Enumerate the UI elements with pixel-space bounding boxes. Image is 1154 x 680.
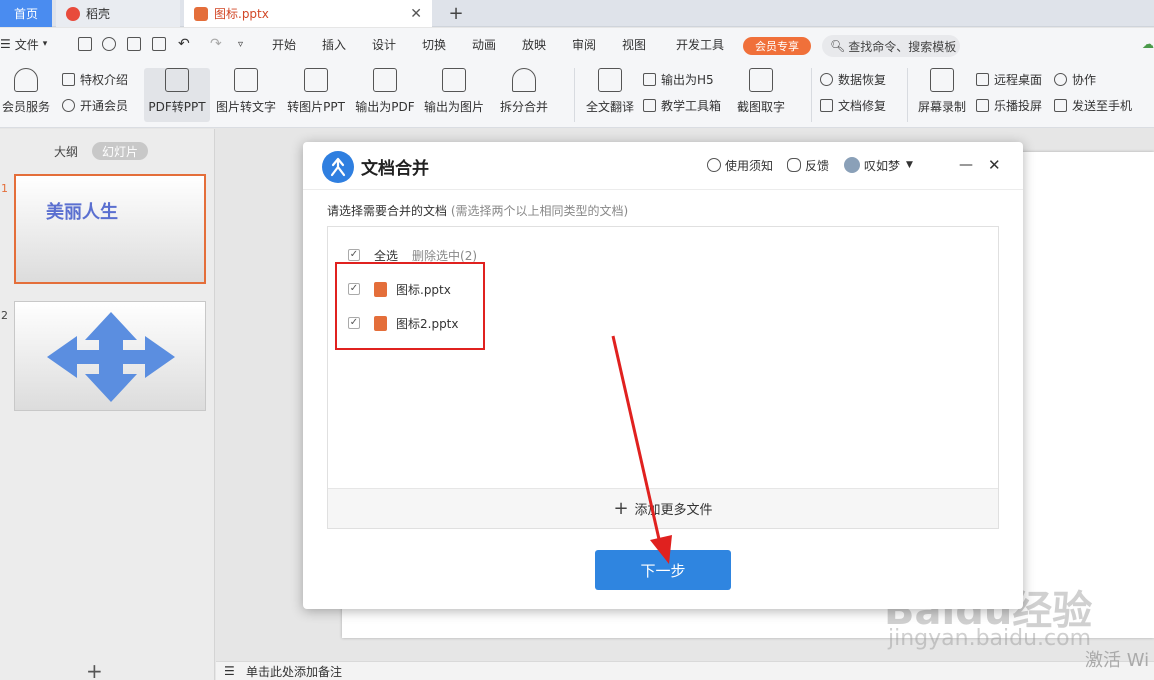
annotation-arrow (611, 335, 672, 564)
wps-window: 首页 稻壳 图标.pptx ✕ + ☰ 文件 ▾ ↶ ↷ ▿ 开始 插入 设计 … (0, 0, 1154, 680)
